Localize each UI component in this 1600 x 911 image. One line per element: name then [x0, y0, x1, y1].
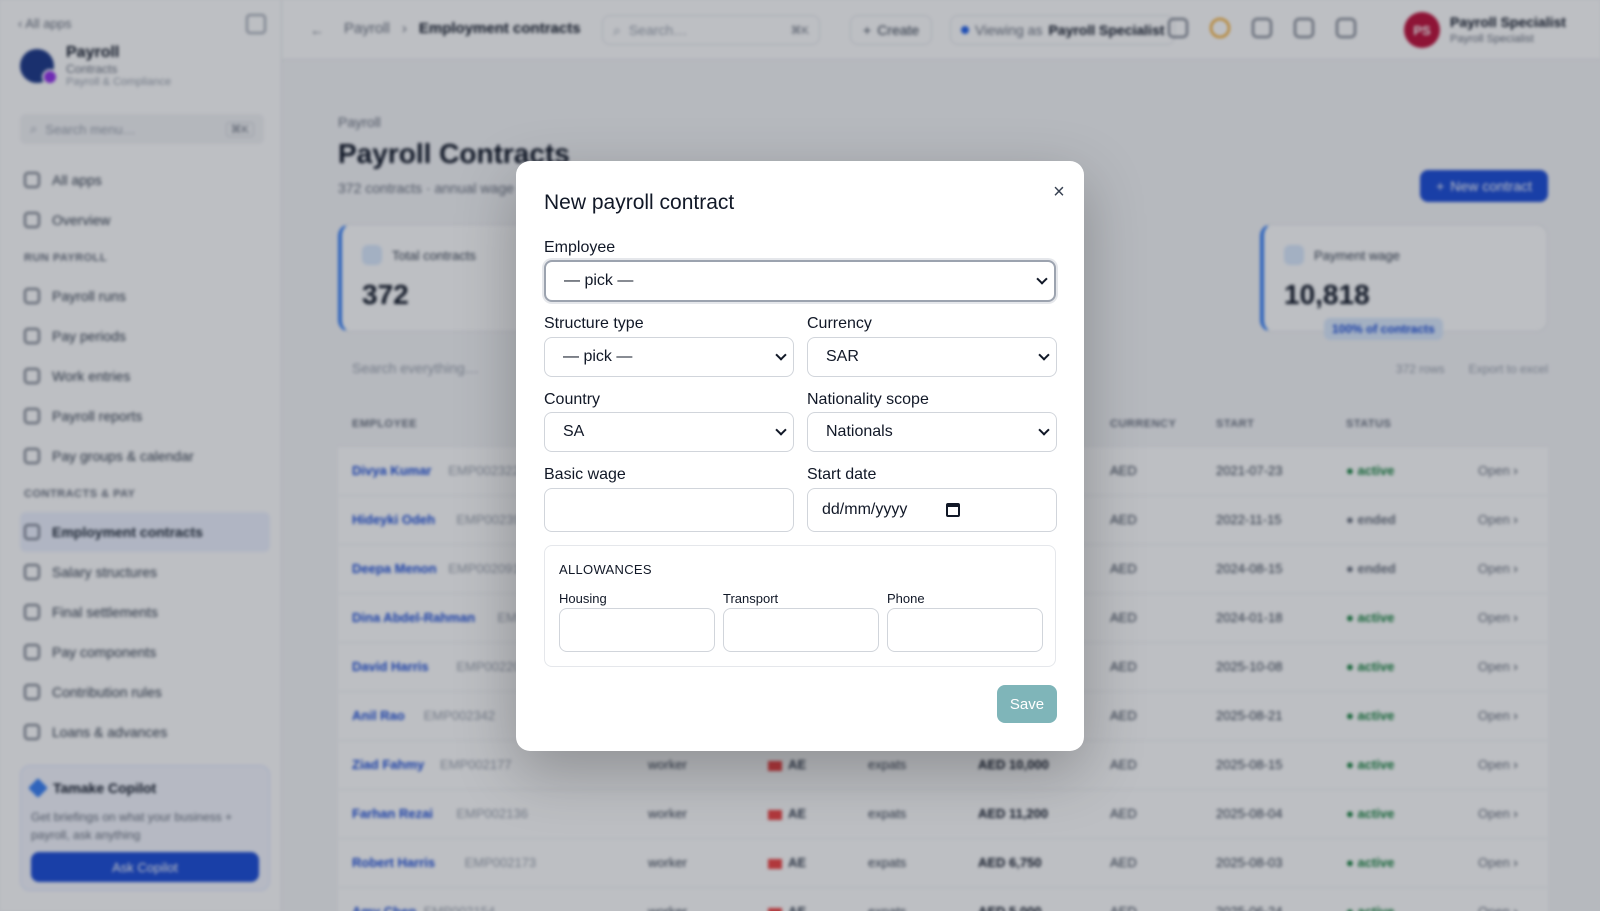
employee-select[interactable]: — pick —	[544, 260, 1056, 302]
transport-label: Transport	[723, 591, 779, 606]
start-date-input[interactable]: dd/mm/yyyy	[807, 488, 1057, 532]
currency-label: Currency	[807, 315, 872, 332]
chevron-down-icon	[1038, 349, 1050, 361]
start-date-placeholder: dd/mm/yyyy	[822, 501, 908, 518]
country-label: Country	[544, 391, 601, 408]
nationality-scope-select[interactable]: Nationals	[807, 412, 1057, 452]
housing-input[interactable]	[559, 608, 715, 652]
save-button[interactable]: Save	[997, 685, 1057, 723]
phone-input[interactable]	[887, 608, 1043, 652]
start-date-label: Start date	[807, 466, 877, 483]
currency-select[interactable]: SAR	[807, 337, 1057, 377]
close-icon[interactable]: ×	[1048, 181, 1070, 203]
chevron-down-icon	[775, 424, 787, 436]
country-select[interactable]: SA	[544, 412, 794, 452]
chevron-down-icon	[1036, 273, 1048, 285]
country-selected-value: SA	[563, 423, 585, 440]
new-contract-dialog: New payroll contract × Employee — pick —…	[516, 161, 1084, 751]
allowances-section: ALLOWANCES Housing Transport Phone	[544, 545, 1056, 667]
phone-label: Phone	[887, 591, 925, 606]
basic-wage-label: Basic wage	[544, 466, 626, 483]
structure-type-label: Structure type	[544, 315, 644, 332]
chevron-down-icon	[1038, 424, 1050, 436]
allowances-title: ALLOWANCES	[559, 562, 652, 577]
calendar-icon[interactable]	[946, 503, 960, 517]
structure-type-selected-value: — pick —	[563, 348, 633, 365]
chevron-down-icon	[775, 349, 787, 361]
nationality-scope-label: Nationality scope	[807, 391, 929, 408]
housing-label: Housing	[559, 591, 607, 606]
transport-input[interactable]	[723, 608, 879, 652]
basic-wage-input[interactable]	[544, 488, 794, 532]
structure-type-select[interactable]: — pick —	[544, 337, 794, 377]
employee-selected-value: — pick —	[564, 272, 634, 289]
employee-label: Employee	[544, 239, 616, 256]
currency-selected-value: SAR	[826, 348, 859, 365]
nationality-scope-selected-value: Nationals	[826, 423, 893, 440]
dialog-title: New payroll contract	[544, 191, 735, 214]
